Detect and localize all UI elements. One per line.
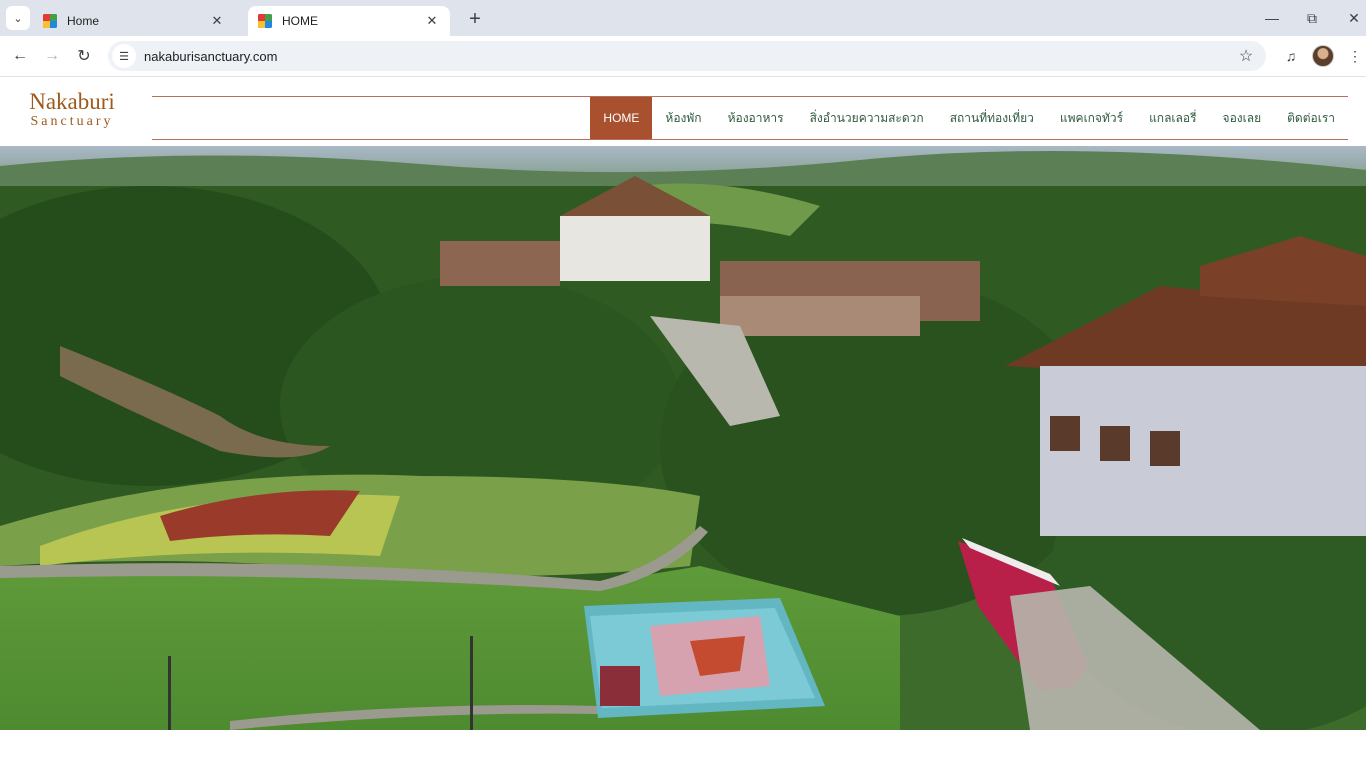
chevron-down-icon[interactable]: ⌄ xyxy=(6,6,30,30)
site-header: Nakaburi Sanctuary HOME ห้องพัก ห้องอาหา… xyxy=(0,78,1366,146)
reload-icon[interactable]: ↻ xyxy=(72,44,96,68)
restore-icon[interactable]: ⧉ xyxy=(1300,6,1324,30)
arrow-right-icon[interactable]: → xyxy=(40,44,64,68)
browser-tab-home[interactable]: Home ✕ xyxy=(33,6,235,36)
nav-item-contact[interactable]: ติดต่อเรา xyxy=(1274,97,1348,139)
plus-icon[interactable]: + xyxy=(463,7,487,31)
hero-image xyxy=(0,146,1366,730)
nav-item-rooms[interactable]: ห้องพัก xyxy=(652,97,714,139)
nav-item-restaurant[interactable]: ห้องอาหาร xyxy=(715,97,797,139)
site-logo[interactable]: Nakaburi Sanctuary xyxy=(22,90,122,136)
tune-icon[interactable]: ☰ xyxy=(112,44,136,68)
star-icon[interactable]: ☆ xyxy=(1234,44,1258,68)
media-controls-icon[interactable]: ♫ xyxy=(1279,44,1303,68)
site-favicon-icon xyxy=(258,14,272,28)
nav-item-gallery[interactable]: แกลเลอรี่ xyxy=(1136,97,1209,139)
kebab-menu-icon[interactable]: ⋮ xyxy=(1343,44,1366,68)
tab-title: HOME xyxy=(282,14,318,28)
browser-tab-strip: ⌄ Home ✕ HOME ✕ + — ⧉ ✕ xyxy=(0,0,1366,36)
browser-tab-home-active[interactable]: HOME ✕ xyxy=(248,6,450,36)
tab-title: Home xyxy=(67,14,100,28)
close-icon[interactable]: ✕ xyxy=(209,13,225,29)
browser-toolbar: ← → ↻ ☰ nakaburisanctuary.com ☆ ♫ ⋮ xyxy=(0,36,1366,77)
arrow-left-icon[interactable]: ← xyxy=(8,44,32,68)
nav-item-home[interactable]: HOME xyxy=(590,97,653,139)
resort-aerial-photo xyxy=(0,146,1366,730)
main-navigation: HOME ห้องพัก ห้องอาหาร สิ่งอำนวยความสะดว… xyxy=(152,96,1348,140)
logo-main-text: Nakaburi xyxy=(29,89,115,114)
site-favicon-icon xyxy=(43,14,57,28)
minimize-icon[interactable]: — xyxy=(1260,6,1284,30)
url-text[interactable]: nakaburisanctuary.com xyxy=(144,49,1234,64)
nav-item-facilities[interactable]: สิ่งอำนวยความสะดวก xyxy=(797,97,937,139)
nav-item-tour-packages[interactable]: แพคเกจทัวร์ xyxy=(1047,97,1136,139)
logo-sub-text: Sanctuary xyxy=(30,114,114,129)
close-icon[interactable]: ✕ xyxy=(424,13,440,29)
nav-item-attractions[interactable]: สถานที่ท่องเที่ยว xyxy=(937,97,1047,139)
address-bar[interactable]: ☰ nakaburisanctuary.com ☆ xyxy=(108,41,1266,71)
avatar[interactable] xyxy=(1312,45,1334,67)
nav-item-book-now[interactable]: จองเลย xyxy=(1210,97,1275,139)
window-close-icon[interactable]: ✕ xyxy=(1342,6,1366,30)
